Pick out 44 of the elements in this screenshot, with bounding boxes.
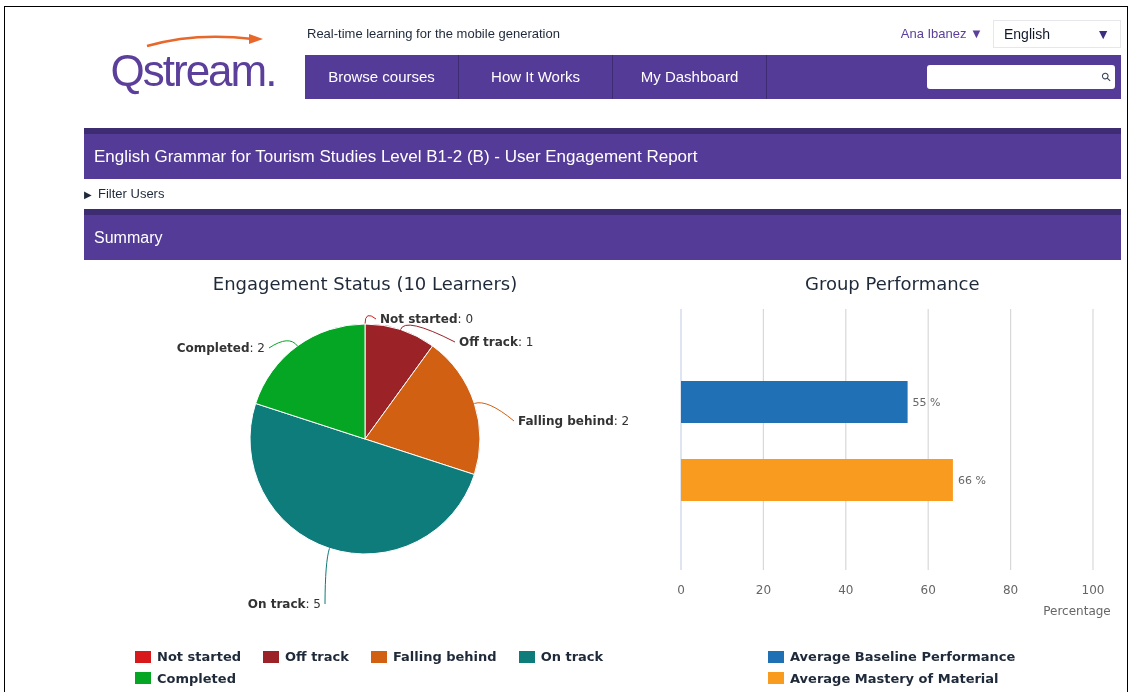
tick-label: 0: [677, 583, 685, 597]
legend-swatch: [768, 672, 784, 685]
expand-triangle-icon: ▶: [84, 186, 92, 202]
language-select[interactable]: English ▼: [993, 20, 1121, 48]
leader-line: [268, 340, 298, 349]
axis-title: Percentage: [1043, 604, 1111, 618]
data-label: On track: 5: [247, 597, 321, 611]
data-label: Completed: 2: [176, 341, 265, 355]
legend-label: Not started: [157, 648, 242, 666]
logo-text: Qstream.: [110, 46, 276, 95]
tick-label: 60: [920, 583, 936, 597]
swoosh-icon: [144, 32, 265, 48]
legend-swatch: [768, 650, 784, 663]
data-label: Falling behind: 2: [518, 414, 630, 428]
tick-label: 40: [838, 583, 854, 597]
tick-label: 20: [755, 583, 772, 597]
tick-label: 80: [1002, 583, 1019, 597]
data-label: Off track: 1: [459, 335, 534, 349]
nav-link[interactable]: How It Works: [459, 55, 613, 99]
tagline: Real-time learning for the mobile generation: [307, 25, 560, 44]
report-title: English Grammar for Tourism Studies Level B1-2 (B) - User Engagement Report: [94, 145, 698, 168]
nav-link[interactable]: My Dashboard: [613, 55, 767, 99]
legend-label: Completed: [157, 669, 236, 688]
data-label: 55 %: [912, 396, 941, 409]
leader-line: [324, 547, 330, 605]
chart-title: Group Performance: [805, 272, 981, 296]
tick-label: 100: [1081, 583, 1105, 597]
legend-label: Off track: [285, 648, 349, 666]
leader-line: [473, 402, 515, 422]
nav-link[interactable]: Browse courses: [305, 55, 459, 99]
leader-line: [400, 324, 456, 343]
filter-users-toggle[interactable]: ▶ Filter Users: [84, 179, 1121, 209]
search-icon: ⚲: [1096, 67, 1117, 87]
search-field[interactable]: ⚲: [927, 65, 1115, 89]
summary-title: Summary: [94, 227, 163, 248]
legend-label: Average Mastery of Material: [790, 669, 999, 688]
data-label: Not started: 0: [380, 312, 474, 326]
legend-label: On track: [540, 648, 604, 666]
leader-line: [364, 315, 377, 325]
user-menu[interactable]: Ana Ibanez ▼: [900, 24, 983, 44]
legend-label: Average Baseline Performance: [790, 648, 1016, 666]
legend-label: Falling behind: [392, 648, 497, 666]
data-label: 66 %: [957, 474, 986, 487]
chart-title: Engagement Status (10 Learners): [212, 272, 518, 296]
